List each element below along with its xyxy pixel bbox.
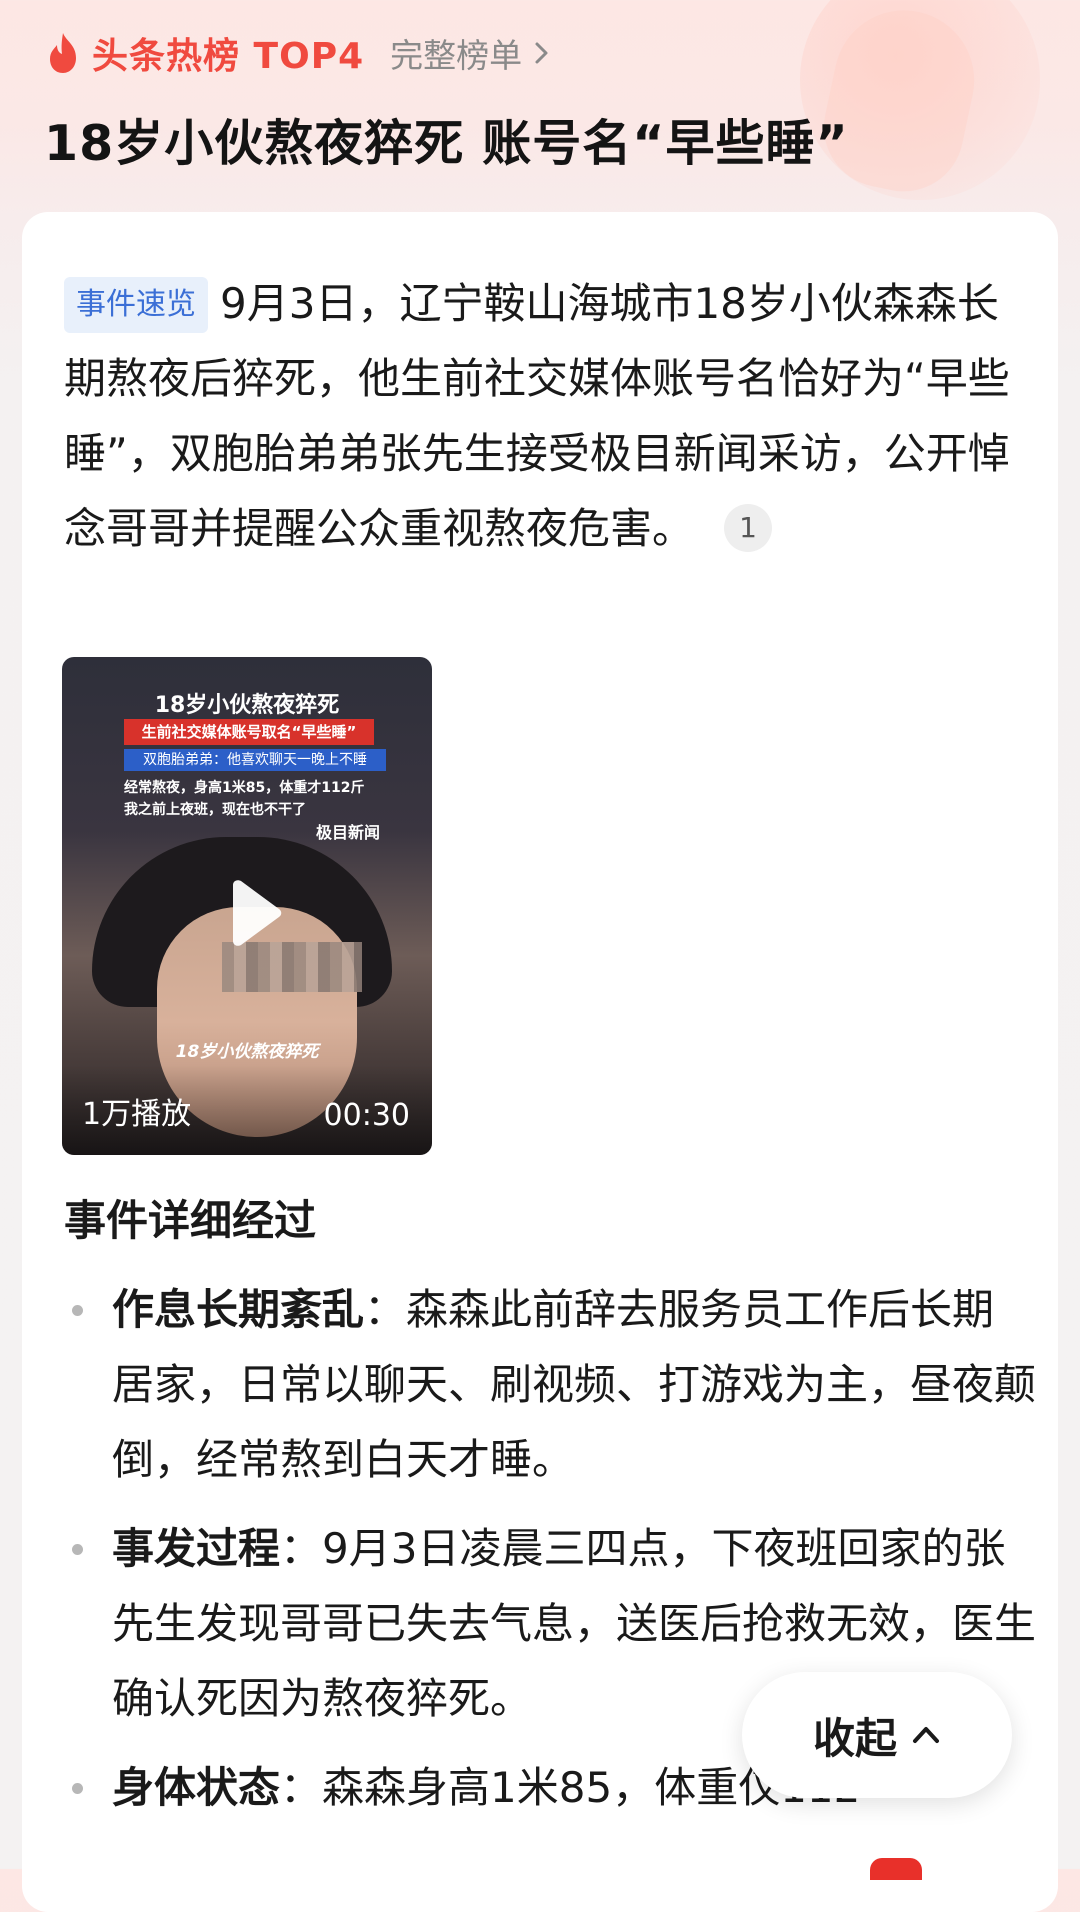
chevron-up-icon — [913, 1727, 939, 1743]
video-overlay-line2: 我之前上夜班，现在也不干了 — [124, 802, 306, 818]
details-title: 事件详细经过 — [64, 1196, 317, 1245]
hot-rank-title: 头条热榜 TOP4 — [92, 36, 365, 77]
video-caption: 18岁小伙熬夜猝死 — [175, 1042, 319, 1062]
video-duration: 00:30 — [323, 1098, 410, 1133]
bullet-icon — [72, 1544, 83, 1555]
video-overlay-title: 18岁小伙熬夜猝死 — [154, 693, 340, 718]
detail-separator: ： — [280, 1763, 323, 1812]
flame-icon — [50, 33, 76, 73]
detail-separator: ： — [364, 1285, 407, 1334]
citation-badge[interactable]: 1 — [724, 504, 773, 552]
bullet-icon — [72, 1783, 83, 1794]
detail-label: 事发过程 — [112, 1524, 281, 1573]
video-player[interactable]: 18岁小伙熬夜猝死 生前社交媒体账号取名“早些睡” 双胞胎弟弟：他喜欢聊天一晚上… — [62, 657, 432, 1155]
hot-rank-row: 头条热榜 TOP4 完整榜单 — [44, 28, 552, 78]
detail-label: 身体状态 — [112, 1763, 281, 1812]
detail-label: 作息长期紊乱 — [112, 1285, 365, 1334]
hot-list-header: 头条热榜 TOP4 完整榜单 18岁小伙熬夜猝死 账号名“早些睡” — [0, 0, 1080, 210]
bullet-icon — [72, 1305, 83, 1316]
page-title: 18岁小伙熬夜猝死 账号名“早些睡” — [44, 115, 849, 172]
full-list-label: 完整榜单 — [390, 36, 523, 75]
video-brand: 极目新闻 — [315, 823, 380, 842]
notification-dot — [870, 1858, 922, 1880]
video-frame-blur — [222, 942, 362, 992]
video-overlay-line1: 经常熬夜，身高1米85，体重才112斤 — [124, 780, 365, 796]
play-icon[interactable] — [225, 879, 283, 947]
event-summary: 事件速览 9月3日，辽宁鞍山海城市18岁小伙森森长期熬夜后猝死，他生前社交媒体账号… — [64, 266, 1036, 566]
chevron-right-icon — [535, 42, 548, 64]
list-item: 作息长期紊乱：森森此前辞去服务员工作后长期居家，日常以聊天、刷视频、打游戏为主，… — [64, 1272, 1036, 1497]
full-list-link[interactable]: 完整榜单 — [390, 29, 552, 77]
collapse-button[interactable]: 收起 — [742, 1672, 1012, 1798]
event-card: 事件速览 9月3日，辽宁鞍山海城市18岁小伙森森长期熬夜后猝死，他生前社交媒体账号… — [22, 212, 1058, 1912]
detail-separator: ： — [280, 1524, 323, 1573]
collapse-label: 收起 — [812, 1713, 897, 1763]
play-count: 1万播放 — [82, 1097, 192, 1132]
video-overlay-blue: 双胞胎弟弟：他喜欢聊天一晚上不睡 — [124, 749, 386, 771]
video-overlay-red: 生前社交媒体账号取名“早些睡” — [124, 719, 374, 745]
summary-tag: 事件速览 — [64, 277, 208, 333]
